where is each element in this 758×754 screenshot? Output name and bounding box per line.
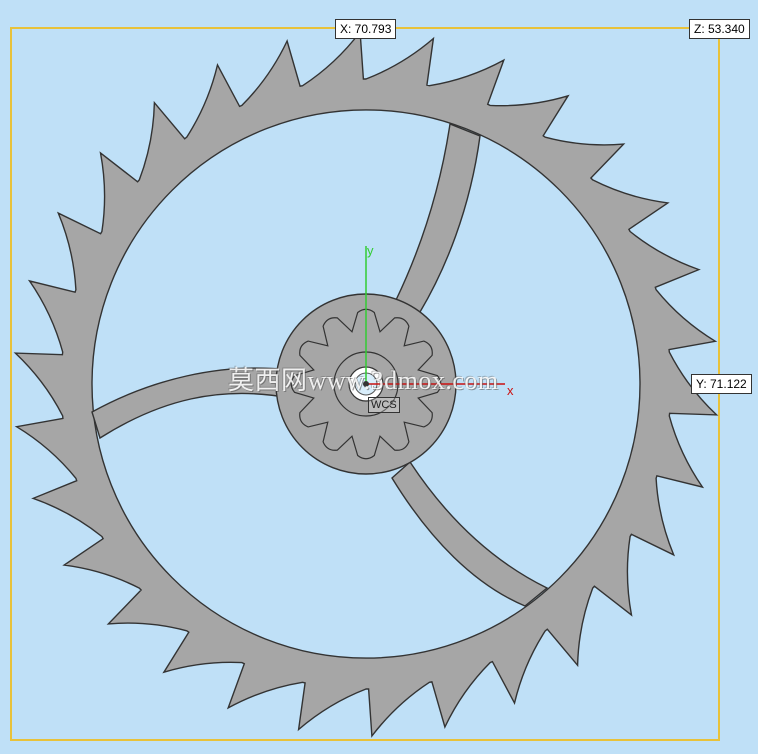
y-axis-label: y: [367, 243, 374, 258]
y-dimension-label: Y: 71.122: [691, 374, 752, 394]
x-dimension-label: X: 70.793: [335, 19, 397, 39]
watermark: 莫西网www.3dmox.com: [228, 366, 499, 395]
x-axis-label: x: [507, 383, 514, 398]
wcs-label: WCS: [368, 397, 400, 413]
cad-viewport[interactable]: X: 70.793 Z: 53.340 Y: 71.122 y x WCS 莫西…: [0, 0, 758, 754]
spoke-upper-right[interactable]: [395, 123, 481, 313]
spoke-lower-right[interactable]: [391, 460, 549, 607]
z-dimension-label: Z: 53.340: [689, 19, 750, 39]
